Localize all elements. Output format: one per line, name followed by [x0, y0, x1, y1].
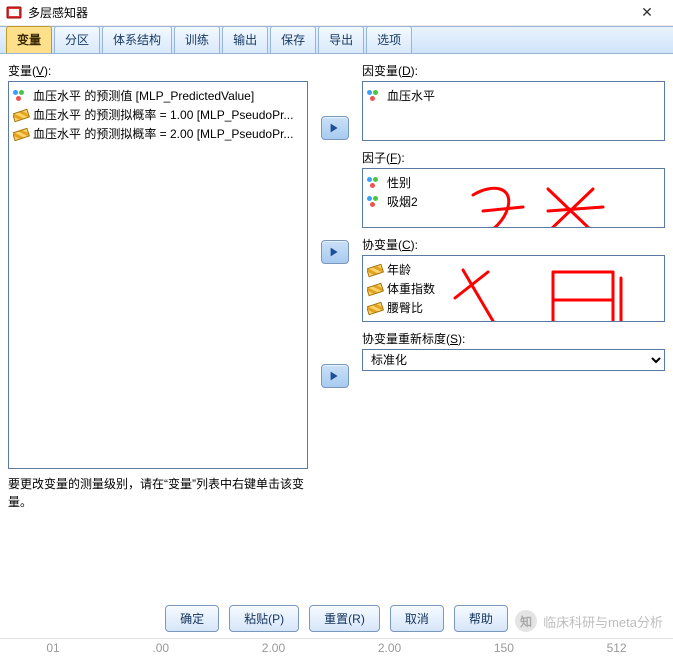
list-item-label: 年龄 — [387, 261, 411, 278]
variables-hint: 要更改变量的测量级别，请在“变量”列表中右键单击该变量。 — [8, 475, 308, 511]
scale-icon — [367, 301, 381, 315]
paste-button[interactable]: 粘贴(P) — [229, 605, 299, 632]
watermark-text: 临床科研与meta分析 — [543, 612, 663, 631]
move-to-covariates-button[interactable] — [321, 364, 349, 388]
nominal-icon — [367, 89, 381, 103]
tab-save[interactable]: 保存 — [270, 26, 316, 53]
list-item-label: 性别 — [387, 174, 411, 191]
app-icon — [6, 5, 22, 21]
nominal-icon — [13, 89, 27, 103]
tabbar: 变量 分区 体系结构 训练 输出 保存 导出 选项 — [0, 26, 673, 54]
tab-export[interactable]: 导出 — [318, 26, 364, 53]
dependent-listbox[interactable]: 血压水平 — [362, 81, 665, 141]
list-item[interactable]: 性别 — [367, 173, 660, 192]
list-item-label: 吸烟2 — [387, 193, 418, 210]
covariates-listbox[interactable]: 年龄 体重指数 腰臀比 — [362, 255, 665, 322]
list-item-label: 体重指数 — [387, 280, 435, 297]
nominal-icon — [367, 195, 381, 209]
tab-partition[interactable]: 分区 — [54, 26, 100, 53]
variables-label: 变量(V): — [8, 62, 308, 79]
list-item-label: 血压水平 的预测拟概率 = 1.00 [MLP_PseudoPr... — [33, 106, 293, 123]
titlebar: 多层感知器 ✕ — [0, 0, 673, 26]
move-to-factors-button[interactable] — [321, 240, 349, 264]
list-item[interactable]: 吸烟2 — [367, 192, 660, 211]
move-to-dependent-button[interactable] — [321, 116, 349, 140]
factors-listbox[interactable]: 性别 吸烟2 — [362, 168, 665, 228]
client-area: 变量(V): 血压水平 的预测值 [MLP_PredictedValue] 血压… — [0, 54, 673, 598]
scale-icon — [367, 263, 381, 277]
ok-button[interactable]: 确定 — [165, 605, 219, 632]
window-title: 多层感知器 — [28, 4, 627, 21]
scale-icon — [13, 127, 27, 141]
list-item[interactable]: 年龄 — [367, 260, 660, 279]
list-item[interactable]: 腰臀比 — [367, 298, 660, 317]
list-item[interactable]: 血压水平 的预测值 [MLP_PredictedValue] — [13, 86, 303, 105]
scale-icon — [13, 108, 27, 122]
footer-ticks: 01 .00 2.00 2.00 150 512 — [0, 638, 673, 656]
reset-button[interactable]: 重置(R) — [309, 605, 380, 632]
watermark-icon: 知 — [515, 610, 537, 632]
watermark: 知 临床科研与meta分析 — [515, 610, 663, 632]
help-button[interactable]: 帮助 — [454, 605, 508, 632]
tab-variables[interactable]: 变量 — [6, 26, 52, 53]
tab-output[interactable]: 输出 — [222, 26, 268, 53]
scale-icon — [367, 282, 381, 296]
tab-options[interactable]: 选项 — [366, 26, 412, 53]
covariates-label: 协变量(C): — [362, 236, 665, 253]
variables-listbox[interactable]: 血压水平 的预测值 [MLP_PredictedValue] 血压水平 的预测拟… — [8, 81, 308, 469]
nominal-icon — [367, 176, 381, 190]
list-item[interactable]: 血压水平 的预测拟概率 = 1.00 [MLP_PseudoPr... — [13, 105, 303, 124]
tab-training[interactable]: 训练 — [174, 26, 220, 53]
arrow-right-icon — [328, 369, 342, 383]
arrow-right-icon — [328, 121, 342, 135]
list-item-label: 腰臀比 — [387, 299, 423, 316]
rescale-label: 协变量重新标度(S): — [362, 330, 665, 347]
dependent-label: 因变量(D): — [362, 62, 665, 79]
tab-architecture[interactable]: 体系结构 — [102, 26, 172, 53]
rescale-select[interactable]: 标准化 — [362, 349, 665, 371]
list-item-label: 血压水平 的预测值 [MLP_PredictedValue] — [33, 87, 254, 104]
list-item[interactable]: 血压水平 的预测拟概率 = 2.00 [MLP_PseudoPr... — [13, 124, 303, 143]
list-item[interactable]: 体重指数 — [367, 279, 660, 298]
list-item-label: 血压水平 的预测拟概率 = 2.00 [MLP_PseudoPr... — [33, 125, 293, 142]
list-item[interactable]: 血压水平 — [367, 86, 660, 105]
factors-label: 因子(F): — [362, 149, 665, 166]
list-item-label: 血压水平 — [387, 87, 435, 104]
cancel-button[interactable]: 取消 — [390, 605, 444, 632]
close-button[interactable]: ✕ — [627, 4, 667, 21]
button-bar: 确定 粘贴(P) 重置(R) 取消 帮助 知 临床科研与meta分析 — [0, 598, 673, 638]
arrow-right-icon — [328, 245, 342, 259]
